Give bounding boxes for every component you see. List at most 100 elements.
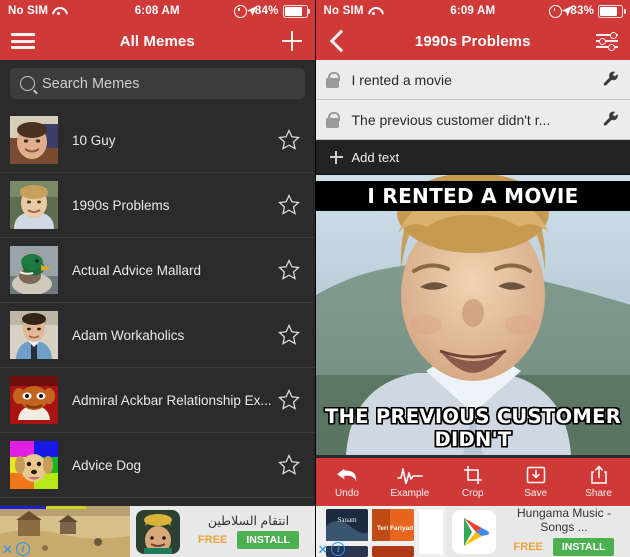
add-text-label: Add text (351, 149, 400, 165)
favorite-star-icon[interactable] (277, 128, 301, 152)
ad-title: Hungama Music - Songs ... (516, 506, 612, 534)
undo-button[interactable]: Undo (316, 465, 379, 499)
battery-percent-label: 84% (254, 5, 279, 17)
ad-info-icon[interactable]: i (331, 542, 346, 556)
svg-text:Teri Fariyad: Teri Fariyad (376, 525, 412, 532)
list-item[interactable]: Adam Workaholics (0, 303, 315, 368)
battery-icon (282, 4, 310, 18)
meme-thumbnail (10, 441, 58, 489)
search-placeholder: Search Memes (42, 75, 140, 92)
list-item[interactable]: Actual Advice Mallard (0, 238, 315, 303)
ad-controls: ✕ i (2, 542, 30, 556)
meme-list: 10 Guy 1990s Problems Actual Advice Mall… (0, 108, 315, 498)
waveform-icon (397, 465, 423, 485)
caption-row[interactable]: The previous customer didn't r... (315, 100, 630, 140)
close-ad-icon[interactable]: ✕ (318, 543, 329, 556)
wrench-icon[interactable] (602, 71, 620, 89)
ad-cta-row: FREE INSTALL (502, 537, 627, 556)
favorite-star-icon[interactable] (277, 193, 301, 217)
lock-icon (325, 111, 340, 128)
undo-arrow-icon (336, 465, 358, 485)
favorite-star-icon[interactable] (277, 388, 301, 412)
ad-info-icon[interactable]: i (15, 542, 30, 556)
share-upload-icon (590, 465, 608, 485)
example-label: Example (390, 488, 430, 499)
lock-icon (325, 71, 340, 88)
save-download-icon (526, 465, 546, 485)
ad-install-button[interactable]: INSTALL (552, 537, 615, 556)
example-button[interactable]: Example (378, 465, 441, 499)
search-input[interactable]: Search Memes (10, 68, 305, 99)
caption-text: The previous customer didn't r... (351, 111, 551, 128)
add-text-button[interactable]: Add text (315, 140, 630, 175)
save-button[interactable]: Save (504, 465, 567, 499)
meme-thumbnail (10, 116, 58, 164)
status-bar-right: No SIM 6:09 AM 83% (315, 0, 630, 22)
settings-button[interactable] (584, 22, 630, 60)
caption-text: I rented a movie (351, 71, 452, 88)
back-chevron-icon (329, 29, 353, 53)
favorite-star-icon[interactable] (277, 453, 301, 477)
meme-top-caption[interactable]: I RENTED A MOVIE (315, 181, 630, 211)
list-item[interactable]: 10 Guy (0, 108, 315, 173)
close-ad-icon[interactable]: ✕ (2, 543, 13, 556)
meme-name: 10 Guy (72, 132, 116, 148)
google-play-icon (451, 509, 496, 554)
list-item[interactable]: 1990s Problems (0, 173, 315, 238)
add-meme-button[interactable] (269, 22, 315, 60)
ad-price-label: FREE (198, 534, 228, 547)
meme-thumbnail (10, 181, 58, 229)
meme-name: Actual Advice Mallard (72, 262, 202, 278)
hamburger-menu-icon (11, 30, 35, 53)
ad-text-block: انتقام السلاطين FREE INSTALL (186, 514, 315, 550)
ad-banner-right[interactable]: Sanam Teri Fariyad Hungama Music - Songs… (315, 506, 630, 557)
save-label: Save (524, 488, 548, 499)
meme-name: Advice Dog (72, 457, 142, 473)
svg-text:Sanam: Sanam (337, 516, 357, 524)
hamburger-menu-button[interactable] (0, 22, 46, 60)
dual-screenshot-container: No SIM 6:08 AM 84% All Memes Search Meme… (0, 0, 630, 557)
caption-row[interactable]: I rented a movie (315, 60, 630, 100)
plus-icon (329, 150, 343, 164)
meme-thumbnail (10, 311, 58, 359)
plus-icon (281, 31, 302, 51)
meme-editor-screen: No SIM 6:09 AM 83% 1990s Problems I rent… (315, 0, 630, 557)
status-bar-left: No SIM 6:08 AM 84% (0, 0, 315, 22)
list-item[interactable]: Advice Dog (0, 433, 315, 498)
nav-bar-left: All Memes (0, 22, 315, 60)
ad-cta-row: FREE INSTALL (186, 531, 311, 550)
wrench-icon[interactable] (602, 111, 620, 129)
back-button[interactable] (316, 22, 362, 60)
crop-icon (463, 465, 483, 485)
nav-bar-right: 1990s Problems (315, 22, 630, 60)
meme-canvas[interactable]: I RENTED A MOVIE THE PREVIOUS CUSTOMER D… (315, 175, 630, 455)
ad-price-label: FREE (513, 540, 543, 553)
list-item[interactable]: Admiral Ackbar Relationship Ex... (0, 368, 315, 433)
share-button[interactable]: Share (567, 465, 630, 499)
favorite-star-icon[interactable] (277, 323, 301, 347)
page-title: 1990s Problems (414, 32, 531, 50)
search-container: Search Memes (0, 60, 315, 108)
battery-percent-label: 83% (570, 5, 594, 17)
sliders-icon (596, 32, 618, 51)
ad-install-button[interactable]: INSTALL (237, 531, 299, 550)
share-label: Share (585, 488, 612, 499)
crop-button[interactable]: Crop (441, 465, 504, 499)
ad-text-block: Hungama Music - Songs ... FREE INSTALL (502, 506, 630, 556)
editor-toolbar: Undo Example Crop Save Share (315, 458, 630, 506)
status-right-group: 83% (549, 4, 630, 18)
battery-icon (598, 4, 626, 18)
undo-label: Undo (335, 488, 359, 499)
crop-label: Crop (461, 488, 484, 499)
search-icon (20, 76, 35, 91)
meme-name: Adam Workaholics (72, 327, 185, 343)
ad-controls: ✕ i (318, 542, 346, 556)
app-icon (136, 509, 180, 554)
meme-name: 1990s Problems (72, 197, 170, 213)
status-right-group: 84% (233, 4, 315, 18)
ad-banner-left[interactable]: انتقام السلاطين FREE INSTALL ✕ i (0, 506, 315, 557)
meme-thumbnail (10, 376, 58, 424)
favorite-star-icon[interactable] (277, 258, 301, 282)
page-title: All Memes (119, 32, 195, 50)
meme-bottom-caption[interactable]: THE PREVIOUS CUSTOMER DIDN'T (316, 405, 630, 451)
